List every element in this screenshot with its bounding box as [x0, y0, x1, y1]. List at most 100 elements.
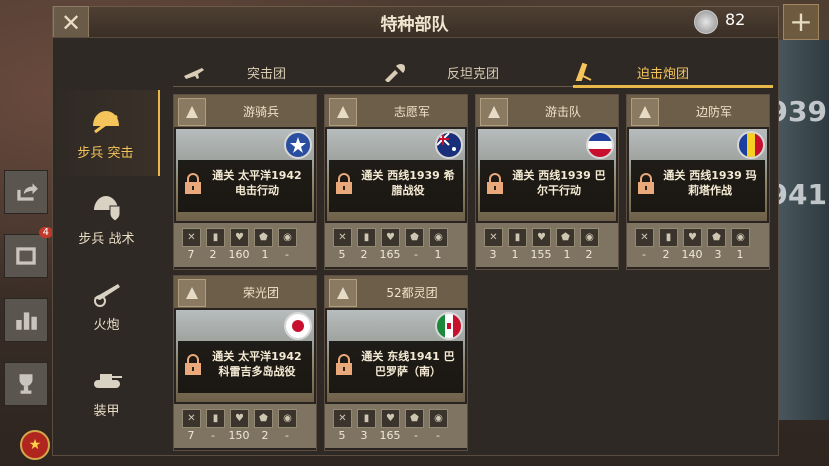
tab-bar: 突击团 反坦克团 迫击炮团 [173, 58, 773, 88]
unit-badge-icon [480, 98, 508, 126]
unlock-text: 通关 东线1941 巴巴罗萨（南） [361, 350, 455, 378]
stat-value: 1 [434, 248, 442, 261]
boot-icon: ▮ [357, 228, 376, 247]
unit-card[interactable]: 游骑兵 通关 太平洋1942 电击行动 ✕ ▮ ♥ ⬟ ◉ 7 2 160 1 - [173, 94, 317, 270]
trophy-icon [19, 374, 33, 394]
mortar-icon [575, 62, 592, 81]
unit-name: 游击队 [544, 105, 581, 119]
sidebar-item-label: 步兵 战术 [78, 231, 135, 247]
film-icon [16, 247, 36, 265]
helmet-shield-icon [93, 195, 120, 222]
sidebar-item-armor[interactable]: 装甲 [53, 348, 160, 434]
health-icon: ♥ [381, 409, 400, 428]
rifle-icon [184, 68, 204, 79]
unit-card[interactable]: 52都灵团 通关 东线1941 巴巴罗萨（南） ✕ ▮ ♥ ⬟ ◉ 5 3 165- - [324, 275, 468, 451]
japan-flag-icon [284, 312, 312, 340]
video-button[interactable]: 4 [4, 227, 53, 278]
stat-value: 1 [563, 248, 571, 261]
stat-value: 7 [187, 248, 195, 261]
notification-badge: 4 [38, 227, 53, 238]
unlock-requirement: 通关 东线1941 巴巴罗萨（南） [329, 341, 463, 393]
unlock-text: 通关 太平洋1942 电击行动 [212, 169, 302, 197]
lock-icon [487, 173, 503, 194]
plus-icon: + [789, 5, 813, 38]
unlock-requirement: 通关 西线1939 巴尔干行动 [480, 160, 614, 212]
boot-icon: ▮ [206, 409, 225, 428]
unit-name: 志愿军 [393, 105, 430, 119]
unit-card[interactable]: 游击队 通关 西线1939 巴尔干行动 ✕ ▮ ♥ ⬟ ◉ 3 1 155 1 2 [475, 94, 619, 270]
tab-label: 反坦克团 [447, 66, 500, 82]
shield-icon: ⬟ [707, 228, 726, 247]
bar-chart-icon [16, 312, 37, 330]
stat-value: - [436, 429, 440, 442]
artillery-icon [93, 283, 120, 307]
unit-badge-icon [329, 279, 357, 307]
attack-icon: ✕ [635, 228, 654, 247]
star-emblem-button[interactable]: ★ [20, 430, 50, 460]
lock-icon [185, 173, 201, 194]
unlock-requirement: 通关 西线1939 希腊战役 [329, 160, 463, 212]
sidebar-item-label: 装甲 [93, 403, 120, 419]
stats-button[interactable] [4, 298, 48, 342]
share-icon [17, 183, 38, 201]
health-icon: ♥ [532, 228, 551, 247]
unit-stats: ✕ ▮ ♥ ⬟ ◉ 7-150 2- [174, 404, 316, 448]
sidebar-item-label: 步兵 突击 [77, 145, 134, 161]
stat-value: 1 [511, 248, 519, 261]
stat-value: 3 [489, 248, 497, 261]
tab-label: 迫击炮团 [637, 66, 690, 82]
tab-anti-tank[interactable]: 反坦克团 [383, 58, 499, 86]
unit-card-header: 志愿军 [325, 95, 467, 127]
stat-value: - [285, 248, 289, 261]
unlock-text: 通关 西线1939 玛莉塔作战 [663, 169, 757, 197]
unit-stats: ✕ ▮ ♥ ⬟ ◉ 5 3 165- - [325, 404, 467, 448]
unit-badge-icon [178, 98, 206, 126]
boot-icon: ▮ [357, 409, 376, 428]
health-icon: ♥ [683, 228, 702, 247]
unlock-requirement: 通关 太平洋1942 电击行动 [178, 160, 312, 212]
unit-name: 荣光团 [242, 286, 279, 300]
medal-count: 82 [725, 10, 746, 29]
eye-icon: ◉ [278, 409, 297, 428]
unit-card[interactable]: 边防军 通关 西线1939 玛莉塔作战 ✕ ▮ ♥ ⬟ ◉ - 2 140 3 1 [626, 94, 770, 270]
unit-card-header: 边防军 [627, 95, 769, 127]
stat-value: 2 [360, 248, 368, 261]
attack-icon: ✕ [333, 228, 352, 247]
share-button[interactable] [4, 170, 48, 214]
unit-stats: ✕ ▮ ♥ ⬟ ◉ 7 2 160 1 - [174, 223, 316, 267]
attack-icon: ✕ [182, 228, 201, 247]
lock-icon [336, 354, 352, 375]
unit-name: 游骑兵 [242, 105, 279, 119]
boot-icon: ▮ [659, 228, 678, 247]
sidebar-item-infantry-tactics[interactable]: 步兵 战术 [53, 176, 160, 262]
add-medals-button[interactable]: + [783, 4, 819, 40]
helmet-assault-icon [92, 110, 119, 133]
unit-card-header: 52都灵团 [325, 276, 467, 308]
stat-value: 140 [681, 248, 703, 261]
medal-icon [694, 10, 718, 34]
yugoslavia-flag-icon [586, 131, 614, 159]
unit-card-header: 游骑兵 [174, 95, 316, 127]
stat-value: 5 [338, 248, 346, 261]
health-icon: ♥ [381, 228, 400, 247]
stat-value: 160 [228, 248, 250, 261]
tab-mortar[interactable]: 迫击炮团 [573, 58, 689, 86]
unit-stats: ✕ ▮ ♥ ⬟ ◉ 5 2 165- 1 [325, 223, 467, 267]
sidebar-item-label: 火炮 [93, 317, 120, 333]
sidebar-item-infantry-assault[interactable]: 步兵 突击 [53, 90, 160, 176]
health-icon: ♥ [230, 228, 249, 247]
rocket-launcher-icon [385, 64, 405, 82]
unit-card[interactable]: 志愿军 通关 西线1939 希腊战役 ✕ ▮ ♥ ⬟ ◉ 5 2 165- 1 [324, 94, 468, 270]
stat-value: - [285, 429, 289, 442]
eye-icon: ◉ [731, 228, 750, 247]
stat-value: - [642, 248, 646, 261]
unit-card[interactable]: 荣光团 通关 太平洋1942 科雷吉多岛战役 ✕ ▮ ♥ ⬟ ◉ 7-150 2- [173, 275, 317, 451]
star-icon: ★ [28, 437, 42, 453]
stat-value: 3 [360, 429, 368, 442]
sidebar-item-artillery[interactable]: 火炮 [53, 262, 160, 348]
unit-name: 52都灵团 [386, 286, 438, 300]
trophy-button[interactable] [4, 362, 48, 406]
unit-badge-icon [178, 279, 206, 307]
tab-assault[interactable]: 突击团 [183, 58, 286, 86]
unlock-requirement: 通关 西线1939 玛莉塔作战 [631, 160, 765, 212]
